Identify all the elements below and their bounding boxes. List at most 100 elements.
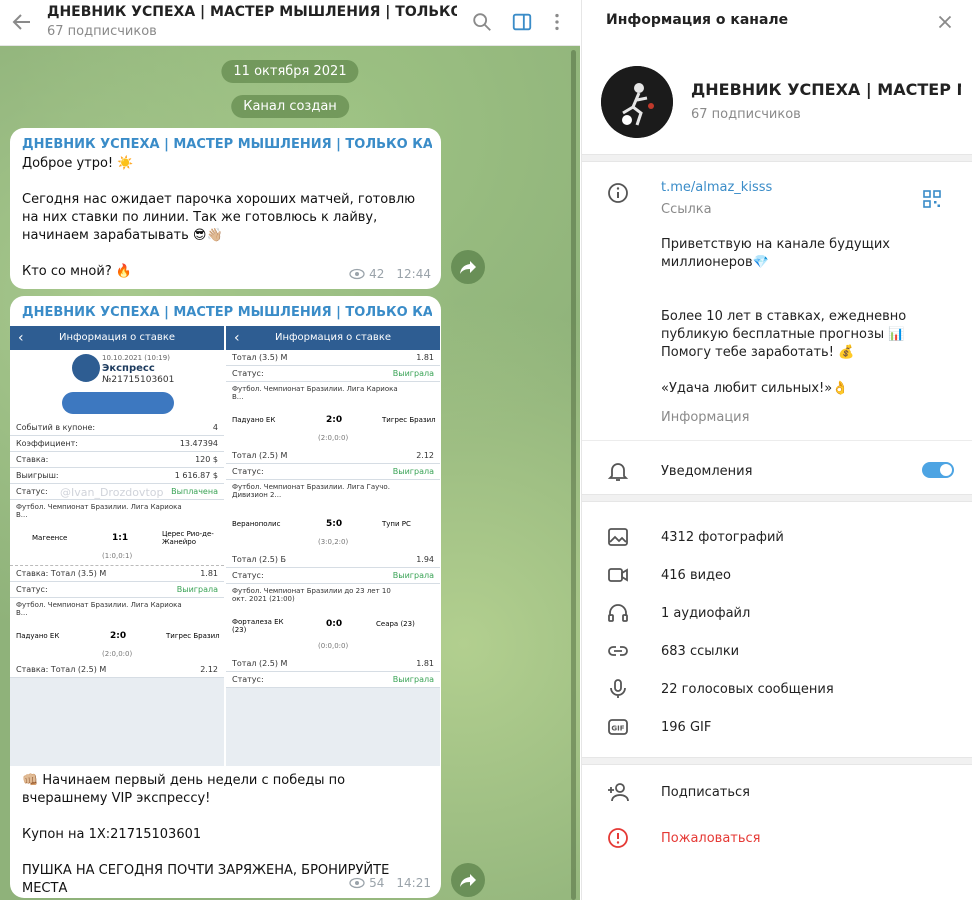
gif-icon: GIF [608, 719, 628, 735]
media-links[interactable]: 683 ссылки [661, 644, 739, 659]
match-half: (1:0,0:1) [102, 552, 133, 560]
match-league: Футбол. Чемпионат Бразилии до 23 лет 10 … [232, 587, 391, 603]
match-half: (2:0,0:0) [102, 650, 133, 658]
close-icon[interactable] [934, 11, 956, 33]
media-audio[interactable]: 1 аудиофайл [661, 606, 750, 621]
match-away: Тигрес Бразил [382, 416, 436, 424]
shot-header: ‹ Информация о ставке [10, 326, 224, 350]
chat-header: ДНЕВНИК УСПЕХА | МАСТЕР МЫШЛЕНИЯ | ТОЛЬК… [0, 0, 580, 46]
coupon-number: №21715103601 [102, 375, 175, 385]
add-user-icon [608, 783, 629, 802]
match-score: 1:1 [112, 533, 129, 543]
coupon-row: Выигрыш: 1 616.87 $ [10, 468, 224, 484]
status-row: Статус: Выиграла [10, 582, 224, 598]
match-league: Футбол. Чемпионат Бразилии. Лига Кариока… [16, 503, 182, 519]
search-icon[interactable] [471, 11, 493, 33]
views-count: 42 [369, 267, 385, 281]
notifications-toggle[interactable] [922, 462, 954, 478]
screenshot-left: ‹ Информация о ставке 10.10.2021 (10:19)… [10, 326, 224, 766]
message-author[interactable]: ДНЕВНИК УСПЕХА | МАСТЕР МЫШЛЕНИЯ | ТОЛЬК… [22, 137, 432, 152]
match-half: (0:0,0:0) [318, 642, 349, 650]
shot-back-icon: ‹ [18, 330, 24, 346]
message-meta: 54 14:21 [349, 876, 431, 890]
match-half: (3:0,2:0) [318, 538, 349, 546]
channel-link[interactable]: t.me/almaz_kisss [661, 180, 772, 195]
shot-header: ‹ Информация о ставке [226, 326, 440, 350]
channel-name: ДНЕВНИК УСПЕХА | МАСТЕР М... [691, 80, 961, 99]
media-voice[interactable]: 22 голосовых сообщения [661, 682, 834, 697]
match-card: Футбол. Чемпионат Бразилии. Лига Кариока… [226, 382, 440, 448]
match-card: Футбол. Чемпионат Бразилии. Лига Кариока… [10, 598, 224, 662]
coupon-row: Событий в купоне: 4 [10, 420, 224, 436]
match-league: Футбол. Чемпионат Бразилии. Лига Кариока… [232, 385, 398, 401]
forward-icon [460, 261, 476, 274]
forward-icon [460, 874, 476, 887]
channel-link-label: Ссылка [661, 202, 712, 217]
views-icon [349, 877, 365, 889]
sidebar-toggle-icon[interactable] [511, 11, 533, 33]
chat-scrollbar[interactable] [571, 50, 576, 900]
shot-back-icon: ‹ [234, 330, 240, 346]
media-gifs[interactable]: 196 GIF [661, 720, 711, 735]
notifications-label: Уведомления [661, 464, 753, 479]
link-icon [608, 646, 628, 656]
bet-row: Ставка: Тотал (3.5) М 1.81 [10, 566, 224, 582]
bet-row: Ставка: Тотал (2.5) М 2.12 [10, 662, 224, 678]
date-pill: 11 октября 2021 [221, 60, 359, 83]
match-home: Падуано ЕК [232, 416, 276, 424]
shot-title: Информация о ставке [274, 332, 392, 343]
coupon-date: 10.10.2021 (10:19) [102, 354, 170, 362]
bell-icon [607, 463, 629, 481]
message-bubble[interactable]: ДНЕВНИК УСПЕХА | МАСТЕР МЫШЛЕНИЯ | ТОЛЬК… [10, 128, 441, 289]
coupon-type: Экспресс [102, 363, 155, 374]
match-league: Футбол. Чемпионат Бразилии. Лига Кариока… [16, 601, 182, 617]
channel-avatar[interactable] [601, 66, 673, 138]
svg-text:GIF: GIF [611, 725, 624, 733]
bet-row: Тотал (2.5) М 2.12 [226, 448, 440, 464]
more-vertical-icon[interactable] [546, 11, 568, 33]
match-away: Тупи РС [382, 520, 411, 528]
report-button[interactable]: Пожаловаться [661, 831, 761, 846]
message-author[interactable]: ДНЕВНИК УСПЕХА | МАСТЕР МЫШЛЕНИЯ | ТОЛЬК… [22, 305, 432, 320]
screenshot-right: ‹ Информация о ставке Тотал (3.5) М 1.81 … [226, 326, 440, 766]
coupon-icon [72, 354, 100, 382]
match-away: Церес Рио-де-Жанейро [162, 530, 214, 546]
subscribe-button[interactable]: Подписаться [661, 785, 750, 800]
message-photo[interactable]: ‹ Информация о ставке 10.10.2021 (10:19)… [10, 326, 441, 766]
forward-button[interactable] [451, 250, 485, 284]
forward-button[interactable] [451, 863, 485, 897]
match-card: Футбол. Чемпионат Бразилии. Лига Гаучо. … [226, 480, 440, 552]
views-count: 54 [369, 876, 385, 890]
coupon-actions [62, 392, 174, 414]
channel-info-panel: Информация о канале ДНЕВНИК УСПЕХА | МАС… [581, 0, 972, 900]
channel-description-label: Информация [661, 410, 750, 425]
match-home: Магеенсе [32, 534, 68, 542]
match-score: 0:0 [326, 619, 343, 629]
headphones-icon [608, 604, 628, 622]
coupon-row: Коэффициент: 13.47394 [10, 436, 224, 452]
match-card: Футбол. Чемпионат Бразилии до 23 лет 10 … [226, 584, 440, 656]
divider [582, 440, 972, 441]
bet-row: Тотал (2.5) М 1.81 [226, 656, 440, 672]
match-home: Форталеза ЕК (23) [232, 618, 284, 634]
channel-description: Приветствую на канале будущих миллионеро… [661, 237, 907, 396]
bet-row: Тотал (3.5) М 1.81 [226, 350, 440, 366]
match-home: Веранополис [232, 520, 281, 528]
back-arrow-icon[interactable] [10, 10, 34, 34]
divider [582, 154, 972, 162]
match-score: 2:0 [110, 631, 127, 641]
media-videos[interactable]: 416 видео [661, 568, 731, 583]
message-bubble[interactable]: ДНЕВНИК УСПЕХА | МАСТЕР МЫШЛЕНИЯ | ТОЛЬК… [10, 296, 441, 898]
qr-code-icon[interactable] [922, 189, 942, 209]
service-message: Канал создан [231, 95, 349, 118]
chat-title[interactable]: ДНЕВНИК УСПЕХА | МАСТЕР МЫШЛЕНИЯ | ТОЛЬК… [47, 4, 457, 20]
video-icon [608, 568, 628, 582]
match-home: Падуано ЕК [16, 632, 60, 640]
divider [582, 757, 972, 765]
message-text: Доброе утро! ☀️ Сегодня нас ожидает паро… [22, 156, 416, 279]
media-photos[interactable]: 4312 фотографий [661, 530, 784, 545]
match-score: 5:0 [326, 519, 343, 529]
shot-title: Информация о ставке [58, 332, 176, 343]
status-row: Статус: Выиграла [226, 672, 440, 688]
bet-row: Тотал (2.5) Б 1.94 [226, 552, 440, 568]
